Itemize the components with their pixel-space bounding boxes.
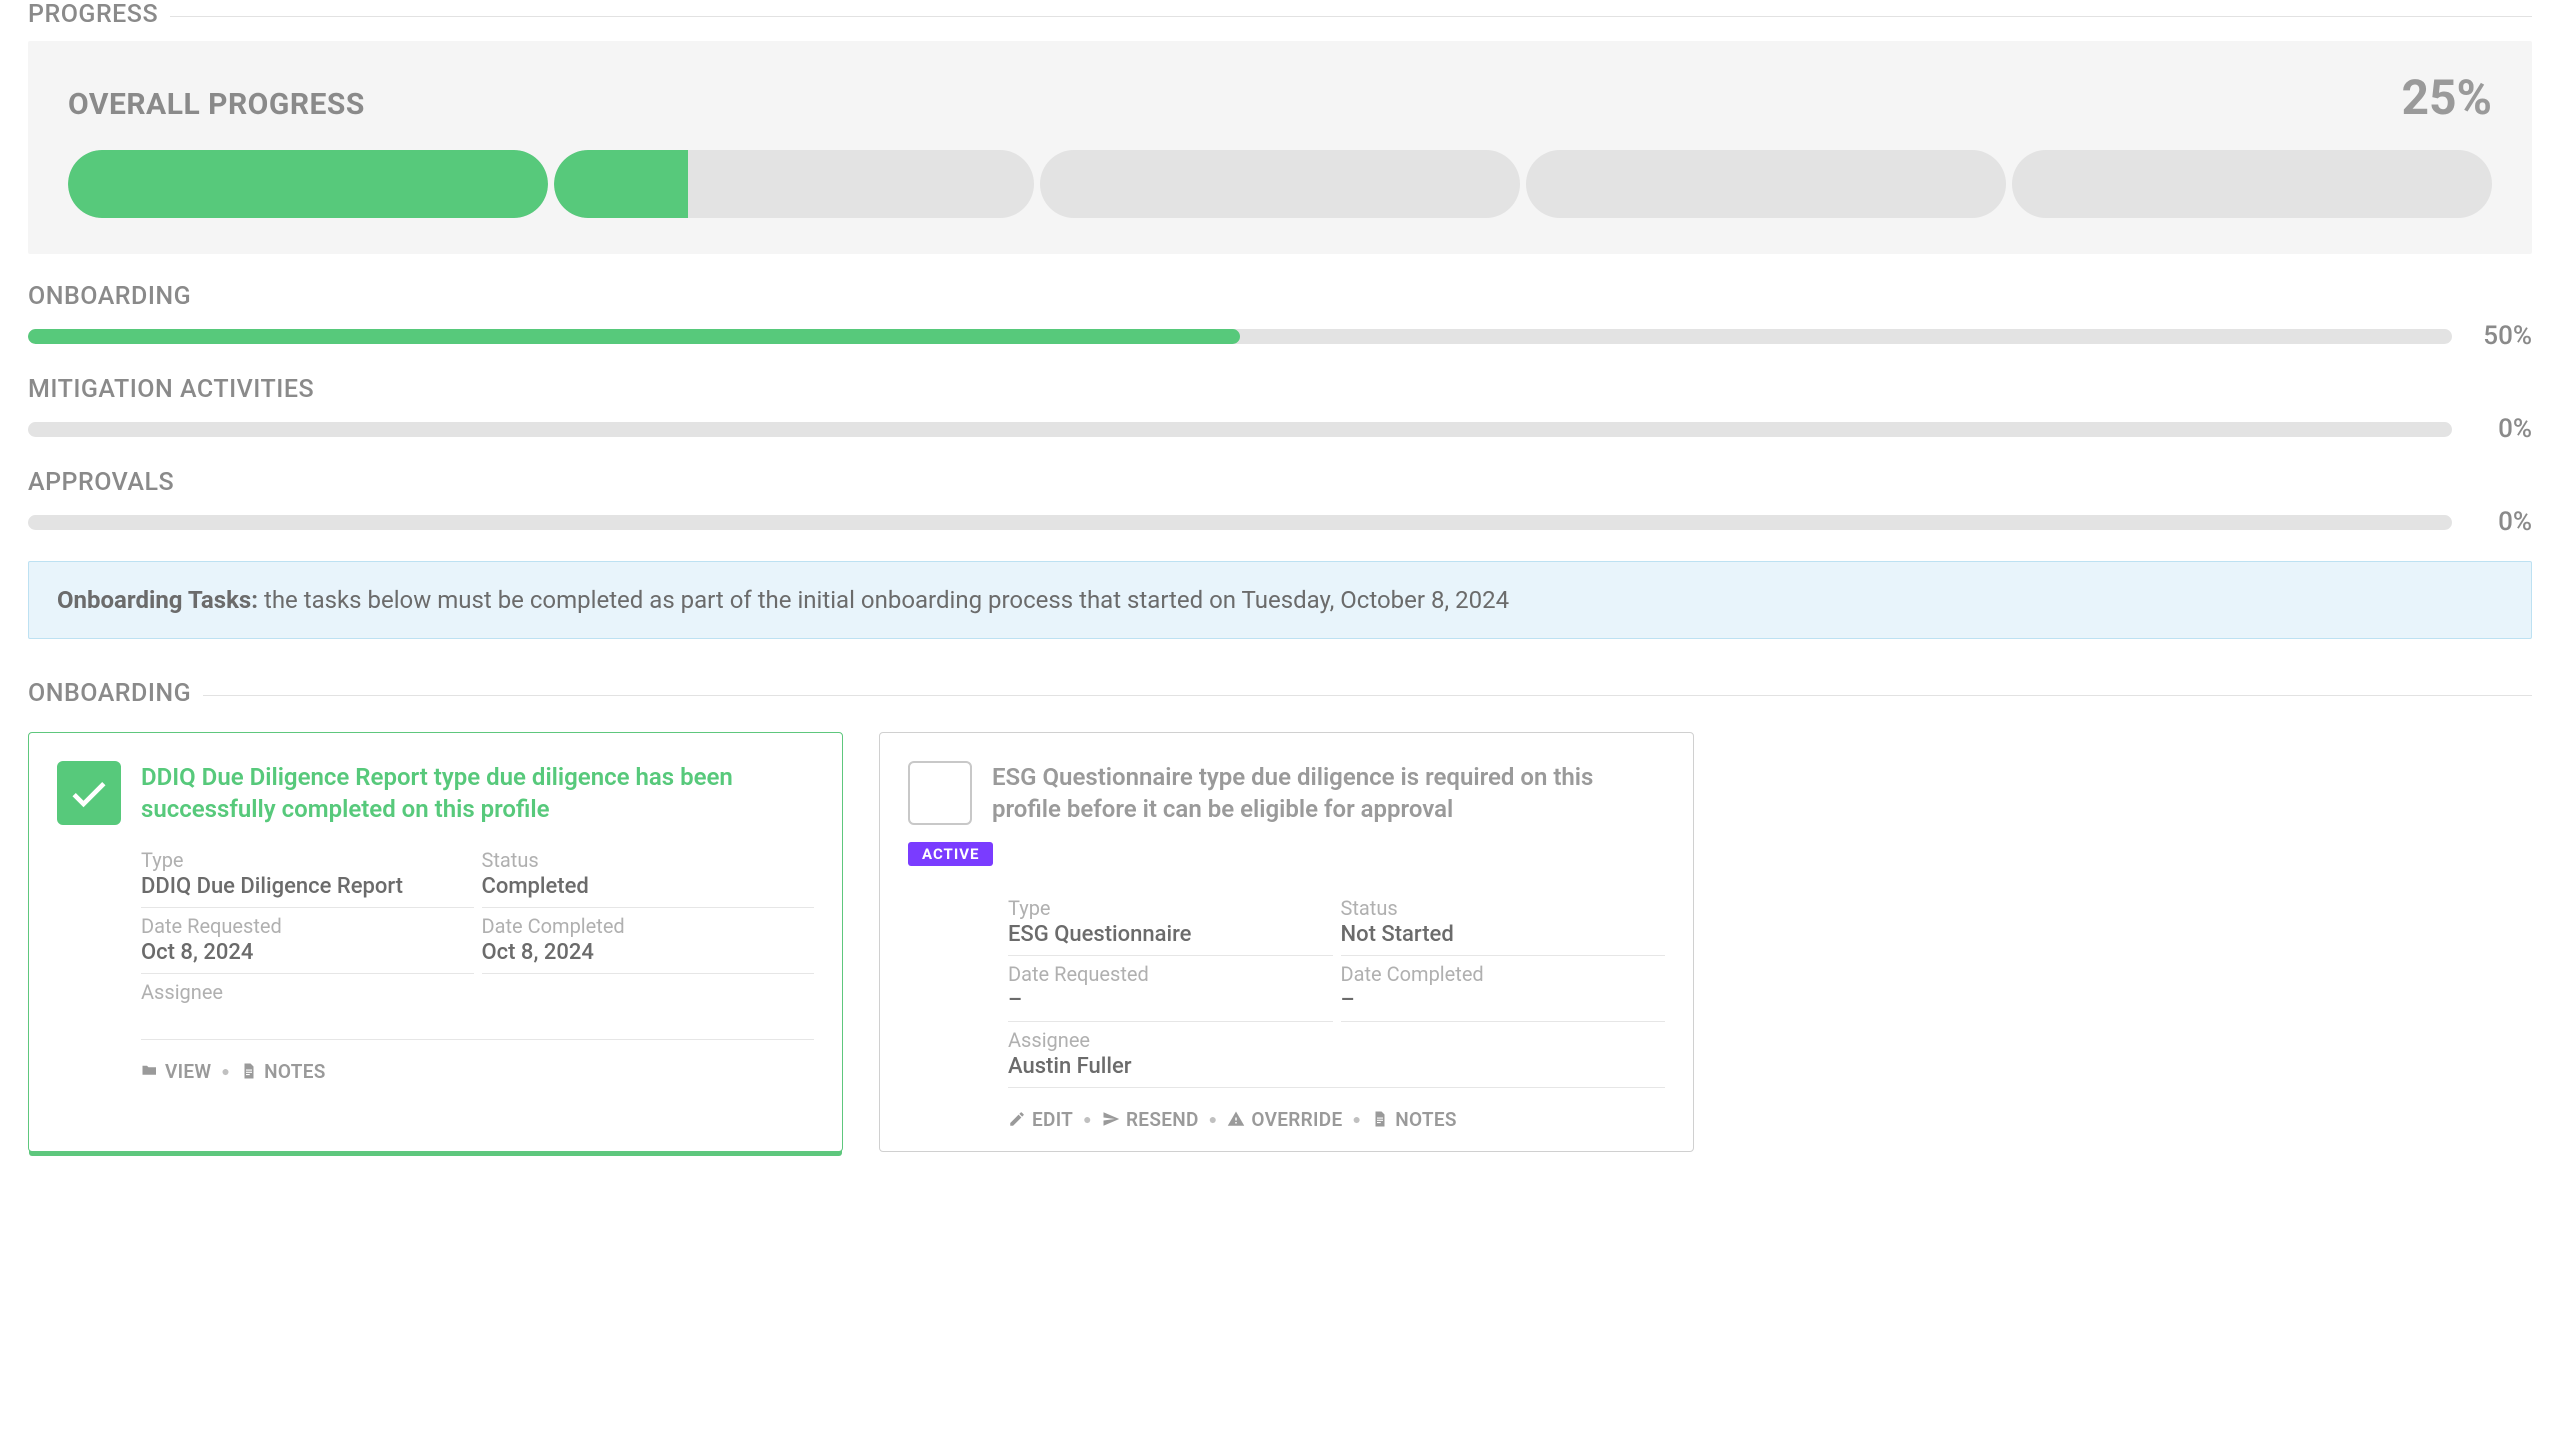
onboarding-info-banner: Onboarding Tasks: the tasks below must b…: [28, 561, 2532, 639]
section-header-onboarding-label: ONBOARDING: [28, 679, 203, 708]
overall-segment-4: [1526, 150, 2006, 218]
checkbox-icon: [908, 761, 972, 825]
task-card-title: ESG Questionnaire type due diligence is …: [992, 761, 1665, 826]
sub-progress-title: ONBOARDING: [28, 282, 2532, 311]
task-card-title: DDIQ Due Diligence Report type due dilig…: [141, 761, 814, 826]
task-card-body: TypeESG QuestionnaireStatusNot StartedDa…: [1008, 890, 1665, 1088]
resend-button[interactable]: RESEND: [1102, 1108, 1199, 1131]
sub-progress-track: [28, 422, 2452, 437]
overall-progress-title: OVERALL PROGRESS: [68, 87, 365, 122]
field-value: Not Started: [1341, 922, 1666, 947]
overall-segment-1: [68, 150, 548, 218]
field-date-requested: Date RequestedOct 8, 2024: [141, 908, 474, 974]
section-header-progress-label: PROGRESS: [28, 0, 170, 29]
edit-button[interactable]: EDIT: [1008, 1108, 1073, 1131]
task-card-actions: EDIT ● RESEND ● OVERRIDE ● NOTES: [1008, 1108, 1665, 1131]
action-label: OVERRIDE: [1251, 1108, 1342, 1131]
action-label: EDIT: [1032, 1108, 1073, 1131]
check-icon: [57, 761, 121, 825]
field-value: –: [1341, 988, 1666, 1013]
overall-segment-3: [1040, 150, 1520, 218]
overall-progress-percent: 25%: [2401, 69, 2492, 126]
overall-progress-panel: OVERALL PROGRESS 25%: [28, 41, 2532, 254]
task-card-actions: VIEW ● NOTES: [141, 1060, 814, 1083]
field-value: DDIQ Due Diligence Report: [141, 874, 474, 899]
field-date-completed: Date CompletedOct 8, 2024: [482, 908, 815, 974]
field-value: ESG Questionnaire: [1008, 922, 1333, 947]
field-label: Assignee: [1008, 1028, 1665, 1052]
sub-progress-mitigation: MITIGATION ACTIVITIES 0%: [28, 375, 2532, 444]
overall-segment-fill: [554, 150, 688, 218]
field-value: –: [1008, 988, 1333, 1013]
overall-segment-5: [2012, 150, 2492, 218]
sub-progress-percent: 0%: [2472, 507, 2532, 537]
field-label: Assignee: [141, 980, 814, 1004]
task-card-head: ESG Questionnaire type due diligence is …: [908, 761, 1665, 826]
action-label: NOTES: [264, 1060, 326, 1083]
field-value: Oct 8, 2024: [482, 940, 815, 965]
view-button[interactable]: VIEW: [141, 1060, 211, 1083]
field-label: Date Completed: [482, 914, 815, 938]
override-button[interactable]: OVERRIDE: [1227, 1108, 1342, 1131]
sub-progress-title: MITIGATION ACTIVITIES: [28, 375, 2532, 404]
sub-progress-track: [28, 329, 2452, 344]
info-banner-text: the tasks below must be completed as par…: [258, 586, 1509, 614]
field-label: Status: [1341, 896, 1666, 920]
field-value: Oct 8, 2024: [141, 940, 474, 965]
sub-progress-bar-row: 50%: [28, 321, 2532, 351]
field-value: [141, 1006, 814, 1031]
overall-progress-track: [68, 150, 2492, 218]
field-date-completed: Date Completed–: [1341, 956, 1666, 1022]
field-assignee: Assignee: [141, 974, 814, 1040]
sub-progress-title: APPROVALS: [28, 468, 2532, 497]
separator-dot: ●: [1352, 1111, 1361, 1128]
field-value: Completed: [482, 874, 815, 899]
onboarding-cards-row: DDIQ Due Diligence Report type due dilig…: [28, 732, 2532, 1152]
sub-progress-onboarding: ONBOARDING 50%: [28, 282, 2532, 351]
task-card-ddiq: DDIQ Due Diligence Report type due dilig…: [28, 732, 843, 1152]
field-label: Type: [1008, 896, 1333, 920]
field-label: Date Completed: [1341, 962, 1666, 986]
field-type: TypeDDIQ Due Diligence Report: [141, 842, 474, 908]
overall-progress-header: OVERALL PROGRESS 25%: [68, 69, 2492, 126]
separator-dot: ●: [1083, 1111, 1092, 1128]
task-card-body: TypeDDIQ Due Diligence ReportStatusCompl…: [141, 842, 814, 1040]
section-header-progress: PROGRESS: [28, 0, 2532, 29]
field-label: Date Requested: [141, 914, 474, 938]
separator-dot: ●: [221, 1063, 230, 1080]
info-banner-strong: Onboarding Tasks:: [57, 586, 258, 614]
field-date-requested: Date Requested–: [1008, 956, 1333, 1022]
field-assignee: AssigneeAustin Fuller: [1008, 1022, 1665, 1088]
active-badge: ACTIVE: [908, 842, 993, 866]
field-status: StatusNot Started: [1341, 890, 1666, 956]
field-value: Austin Fuller: [1008, 1054, 1665, 1079]
field-label: Type: [141, 848, 474, 872]
action-label: NOTES: [1395, 1108, 1457, 1131]
notes-button[interactable]: NOTES: [1371, 1108, 1457, 1131]
overall-segment-2: [554, 150, 1034, 218]
field-status: StatusCompleted: [482, 842, 815, 908]
separator-dot: ●: [1209, 1111, 1218, 1128]
section-header-onboarding: ONBOARDING: [28, 679, 2532, 708]
field-label: Date Requested: [1008, 962, 1333, 986]
field-label: Status: [482, 848, 815, 872]
action-label: RESEND: [1126, 1108, 1199, 1131]
badge-wrap: ACTIVE: [908, 842, 1665, 880]
action-label: VIEW: [165, 1060, 211, 1083]
sub-progress-approvals: APPROVALS 0%: [28, 468, 2532, 537]
sub-progress-percent: 0%: [2472, 414, 2532, 444]
notes-button[interactable]: NOTES: [240, 1060, 326, 1083]
sub-progress-bar-row: 0%: [28, 507, 2532, 537]
overall-segment-fill: [68, 150, 548, 218]
field-type: TypeESG Questionnaire: [1008, 890, 1333, 956]
task-card-head: DDIQ Due Diligence Report type due dilig…: [57, 761, 814, 826]
sub-progress-percent: 50%: [2472, 321, 2532, 351]
sub-progress-fill: [28, 329, 1240, 344]
sub-progress-bar-row: 0%: [28, 414, 2532, 444]
task-card-esg: ESG Questionnaire type due diligence is …: [879, 732, 1694, 1152]
sub-progress-track: [28, 515, 2452, 530]
